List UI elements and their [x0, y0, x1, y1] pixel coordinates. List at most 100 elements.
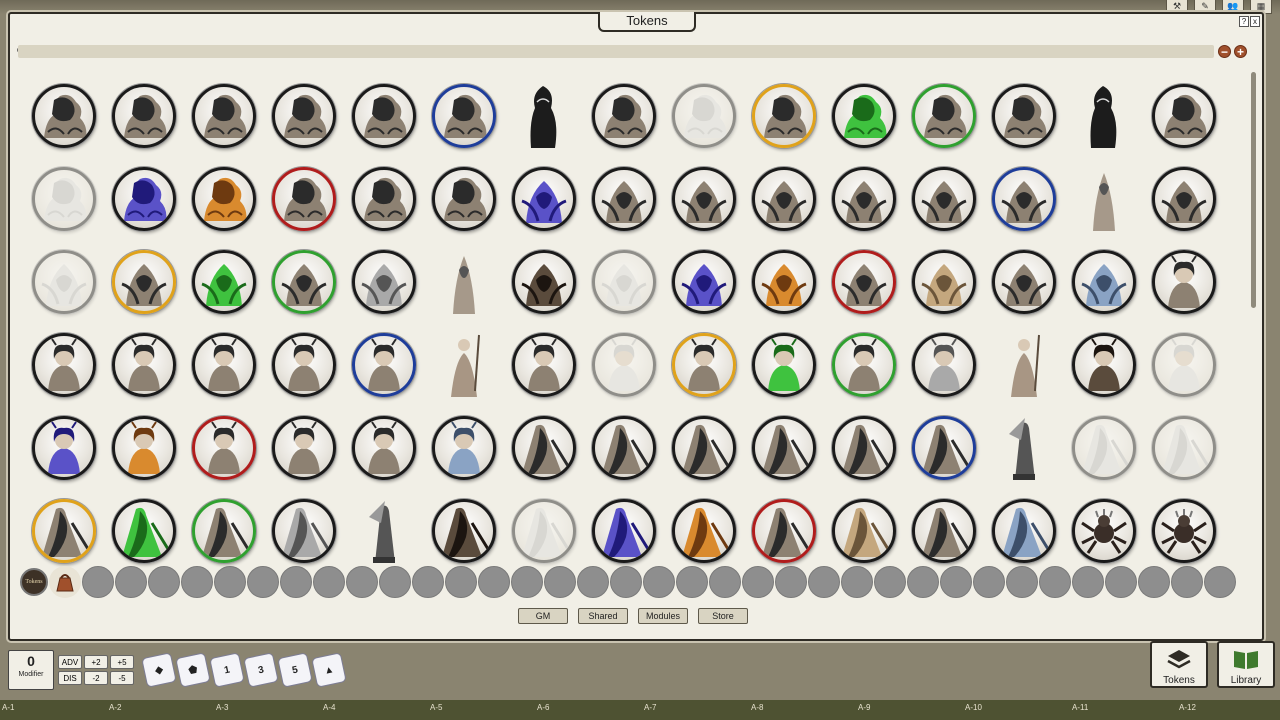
empty-token-slot[interactable]: [313, 566, 345, 598]
token[interactable]: [112, 249, 176, 314]
token[interactable]: [192, 415, 256, 480]
bag-icon[interactable]: [49, 566, 81, 598]
token[interactable]: [752, 332, 816, 397]
token[interactable]: [32, 249, 96, 314]
token[interactable]: [512, 498, 576, 563]
token[interactable]: [592, 166, 656, 231]
token[interactable]: [352, 249, 416, 314]
token[interactable]: [112, 166, 176, 231]
token[interactable]: [592, 415, 656, 480]
token[interactable]: [432, 166, 496, 231]
dis-button[interactable]: DIS: [58, 671, 82, 685]
token[interactable]: [192, 249, 256, 314]
token[interactable]: [512, 415, 576, 480]
tab-gm[interactable]: GM: [518, 608, 568, 624]
token[interactable]: [992, 249, 1056, 314]
token[interactable]: [1072, 332, 1136, 397]
token-figure[interactable]: [1072, 81, 1136, 151]
adv-button[interactable]: ADV: [58, 655, 82, 669]
d20-die[interactable]: ◆: [141, 652, 177, 688]
token[interactable]: [32, 498, 96, 563]
token-figure[interactable]: [992, 330, 1056, 400]
empty-token-slot[interactable]: [478, 566, 510, 598]
empty-token-slot[interactable]: [82, 566, 114, 598]
token[interactable]: [912, 83, 976, 148]
token[interactable]: [752, 249, 816, 314]
token[interactable]: [672, 498, 736, 563]
empty-token-slot[interactable]: [1138, 566, 1170, 598]
token[interactable]: [752, 166, 816, 231]
d4-die[interactable]: ▲: [311, 652, 347, 688]
plus5-button[interactable]: +5: [110, 655, 134, 669]
library-sidebar-button[interactable]: Library: [1217, 641, 1275, 688]
empty-token-slot[interactable]: [1204, 566, 1236, 598]
plus2-button[interactable]: +2: [84, 655, 108, 669]
zoom-in-button[interactable]: +: [1234, 45, 1247, 58]
token[interactable]: [832, 166, 896, 231]
token[interactable]: [592, 249, 656, 314]
token[interactable]: [272, 83, 336, 148]
tab-store[interactable]: Store: [698, 608, 748, 624]
token[interactable]: [592, 83, 656, 148]
token[interactable]: [352, 415, 416, 480]
token[interactable]: [1152, 498, 1216, 563]
empty-token-slot[interactable]: [841, 566, 873, 598]
empty-token-slot[interactable]: [775, 566, 807, 598]
empty-token-slot[interactable]: [973, 566, 1005, 598]
token[interactable]: [1072, 249, 1136, 314]
token[interactable]: [672, 166, 736, 231]
token-figure[interactable]: [432, 247, 496, 317]
token[interactable]: [192, 83, 256, 148]
token[interactable]: [912, 415, 976, 480]
token[interactable]: [912, 332, 976, 397]
minus2-button[interactable]: -2: [84, 671, 108, 685]
token[interactable]: [912, 249, 976, 314]
empty-token-slot[interactable]: [544, 566, 576, 598]
empty-token-slot[interactable]: [874, 566, 906, 598]
empty-token-slot[interactable]: [511, 566, 543, 598]
token[interactable]: [272, 249, 336, 314]
empty-token-slot[interactable]: [610, 566, 642, 598]
token-figure[interactable]: [352, 496, 416, 566]
token[interactable]: [832, 415, 896, 480]
token[interactable]: [832, 498, 896, 563]
token[interactable]: [192, 498, 256, 563]
token-figure[interactable]: [992, 413, 1056, 483]
token[interactable]: [352, 166, 416, 231]
tokens-sidebar-button[interactable]: Tokens: [1150, 641, 1208, 688]
token[interactable]: [832, 83, 896, 148]
token[interactable]: [832, 249, 896, 314]
token[interactable]: [1152, 166, 1216, 231]
empty-token-slot[interactable]: [742, 566, 774, 598]
token[interactable]: [672, 83, 736, 148]
token[interactable]: [512, 166, 576, 231]
token[interactable]: [272, 332, 336, 397]
help-button[interactable]: ?: [1239, 16, 1249, 27]
empty-token-slot[interactable]: [577, 566, 609, 598]
token[interactable]: [352, 332, 416, 397]
token[interactable]: [832, 332, 896, 397]
token[interactable]: [672, 249, 736, 314]
token[interactable]: [272, 498, 336, 563]
token[interactable]: [192, 166, 256, 231]
token[interactable]: [512, 332, 576, 397]
token[interactable]: [352, 83, 416, 148]
empty-token-slot[interactable]: [1072, 566, 1104, 598]
d10-die[interactable]: 1: [209, 652, 245, 688]
token[interactable]: [992, 498, 1056, 563]
token[interactable]: [112, 415, 176, 480]
token[interactable]: [1152, 415, 1216, 480]
token[interactable]: [432, 83, 496, 148]
empty-token-slot[interactable]: [1105, 566, 1137, 598]
token[interactable]: [1072, 498, 1136, 563]
zoom-out-button[interactable]: −: [1218, 45, 1231, 58]
token[interactable]: [752, 498, 816, 563]
empty-token-slot[interactable]: [379, 566, 411, 598]
modifier-box[interactable]: 0 Modifier: [8, 650, 54, 690]
token[interactable]: [992, 83, 1056, 148]
token[interactable]: [992, 166, 1056, 231]
empty-token-slot[interactable]: [346, 566, 378, 598]
token[interactable]: [112, 498, 176, 563]
scrollbar[interactable]: [1251, 72, 1256, 308]
token[interactable]: [1152, 83, 1216, 148]
